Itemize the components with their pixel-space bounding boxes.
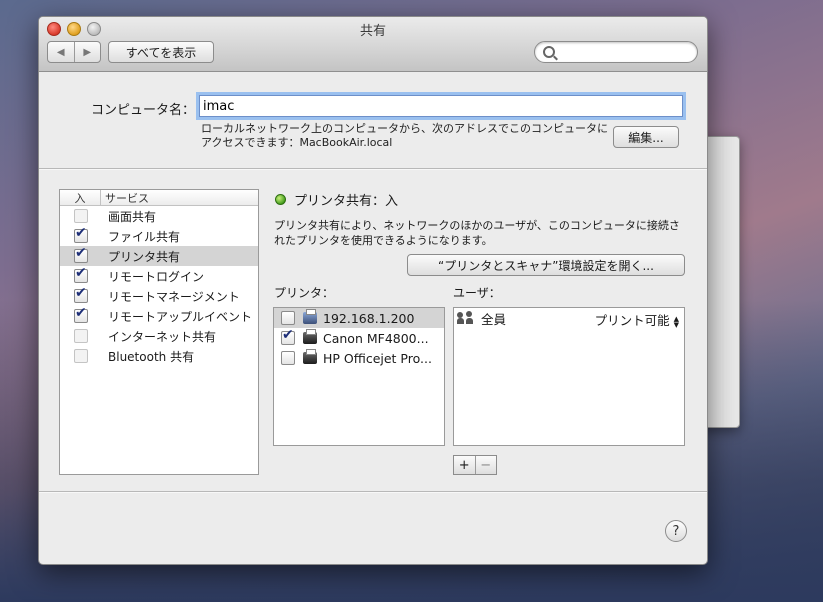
- sharing-window: 共有 ◀ ▶ すべてを表示 コンピュータ名： ローカルネットワーク上のコンピュー…: [38, 16, 708, 565]
- service-checkbox[interactable]: [74, 245, 88, 263]
- divider: [39, 168, 707, 170]
- service-label: 画面共有: [108, 209, 157, 224]
- printer-row[interactable]: 192.168.1.200: [274, 308, 444, 328]
- address-info: ローカルネットワーク上のコンピュータから、次のアドレスでこのコンピュータに アク…: [201, 122, 621, 150]
- users-label: ユーザ：: [453, 286, 501, 300]
- bottom-divider: [39, 491, 707, 493]
- service-checkbox[interactable]: [74, 225, 88, 243]
- printer-row[interactable]: HP Officejet Pro...: [274, 348, 444, 368]
- service-label: プリンタ共有: [108, 249, 181, 264]
- add-remove-group: + −: [453, 455, 497, 475]
- service-row[interactable]: ファイル共有: [60, 225, 258, 246]
- service-checkbox[interactable]: [74, 265, 88, 283]
- edit-button[interactable]: 編集...: [613, 126, 679, 148]
- add-user-button[interactable]: +: [454, 456, 475, 474]
- service-row[interactable]: リモートアップルイベント: [60, 305, 258, 326]
- service-row[interactable]: Bluetooth 共有: [60, 346, 258, 366]
- printer-icon: [303, 309, 317, 324]
- computer-name-label: コンピュータ名：: [90, 103, 195, 118]
- group-users-icon: [457, 311, 475, 325]
- printer-row[interactable]: Canon MF4800...: [274, 328, 444, 348]
- help-icon: ?: [672, 523, 680, 539]
- printer-name: Canon MF4800...: [323, 330, 429, 346]
- service-row[interactable]: リモートログイン: [60, 265, 258, 286]
- permission-popup[interactable]: プリント可能 ▲ ▼: [595, 310, 679, 329]
- printer-icon: [303, 349, 317, 364]
- printers-list[interactable]: 192.168.1.200 Canon MF4800... HP Officejet…: [273, 307, 445, 446]
- search-input[interactable]: [559, 44, 691, 60]
- status-indicator-icon: [275, 194, 286, 205]
- search-icon: [543, 46, 555, 58]
- chevron-right-icon: ▶: [83, 46, 92, 58]
- service-row[interactable]: 画面共有: [60, 206, 258, 226]
- services-rows: 画面共有ファイル共有プリンタ共有リモートログインリモートマネージメントリモートア…: [60, 206, 258, 366]
- help-button[interactable]: ?: [665, 520, 687, 542]
- service-label: リモートアップルイベント: [108, 309, 253, 324]
- service-checkbox[interactable]: [74, 329, 88, 343]
- service-row[interactable]: リモートマネージメント: [60, 285, 258, 306]
- service-checkbox[interactable]: [74, 349, 88, 363]
- service-status: プリンタ共有：入: [294, 194, 399, 209]
- service-checkbox[interactable]: [74, 285, 88, 303]
- nav-button-group: ◀ ▶: [47, 41, 101, 63]
- up-down-arrows-icon: ▲ ▼: [673, 314, 679, 329]
- service-row[interactable]: プリンタ共有: [60, 245, 258, 266]
- forward-button[interactable]: ▶: [73, 42, 101, 62]
- computer-name-input[interactable]: [199, 95, 683, 117]
- search-field[interactable]: [534, 41, 698, 63]
- printer-name: 192.168.1.200: [323, 310, 415, 326]
- service-checkbox[interactable]: [74, 209, 88, 223]
- window-title: 共有: [359, 24, 386, 39]
- title-bar: 共有 ◀ ▶ すべてを表示: [39, 17, 707, 72]
- printer-checkbox[interactable]: [281, 351, 295, 365]
- printers-label: プリンタ：: [274, 286, 335, 300]
- service-label: インターネット共有: [108, 329, 217, 344]
- service-row[interactable]: インターネット共有: [60, 326, 258, 346]
- service-checkbox[interactable]: [74, 305, 88, 323]
- description-line-2: れたプリンタを使用できるようになります。: [274, 234, 493, 247]
- printer-checkbox[interactable]: [281, 311, 295, 325]
- permission-value: プリント可能: [594, 313, 670, 328]
- show-all-button[interactable]: すべてを表示: [108, 41, 214, 63]
- users-list[interactable]: 全員 プリント可能 ▲ ▼: [453, 307, 685, 446]
- printer-checkbox[interactable]: [281, 328, 295, 345]
- user-name: 全員: [481, 311, 507, 327]
- service-label: リモートマネージメント: [108, 289, 240, 304]
- header-on: 入: [60, 190, 101, 205]
- services-header: 入 サービス: [60, 190, 258, 206]
- service-label: リモートログイン: [108, 269, 205, 284]
- remove-user-button[interactable]: −: [474, 456, 497, 474]
- back-button[interactable]: ◀: [48, 42, 74, 62]
- printer-icon: [303, 329, 317, 344]
- header-service: サービス: [105, 192, 149, 205]
- services-list[interactable]: 入 サービス 画面共有ファイル共有プリンタ共有リモートログインリモートマネージメ…: [59, 189, 259, 475]
- printer-name: HP Officejet Pro...: [323, 350, 432, 366]
- service-label: ファイル共有: [108, 229, 181, 244]
- chevron-left-icon: ◀: [56, 46, 65, 58]
- user-row[interactable]: 全員 プリント可能 ▲ ▼: [454, 308, 684, 328]
- description-line-1: プリンタ共有により、ネットワークのほかのユーザが、このコンピュータに接続さ: [274, 219, 680, 232]
- service-label: Bluetooth 共有: [108, 349, 195, 364]
- address-line-1: ローカルネットワーク上のコンピュータから、次のアドレスでこのコンピュータに: [201, 122, 608, 135]
- address-line-2: アクセスできます：MacBookAir.local: [201, 136, 393, 149]
- open-printers-scanners-button[interactable]: “プリンタとスキャナ”環境設定を開く...: [407, 254, 685, 276]
- service-description: プリンタ共有により、ネットワークのほかのユーザが、このコンピュータに接続さ れた…: [274, 218, 686, 248]
